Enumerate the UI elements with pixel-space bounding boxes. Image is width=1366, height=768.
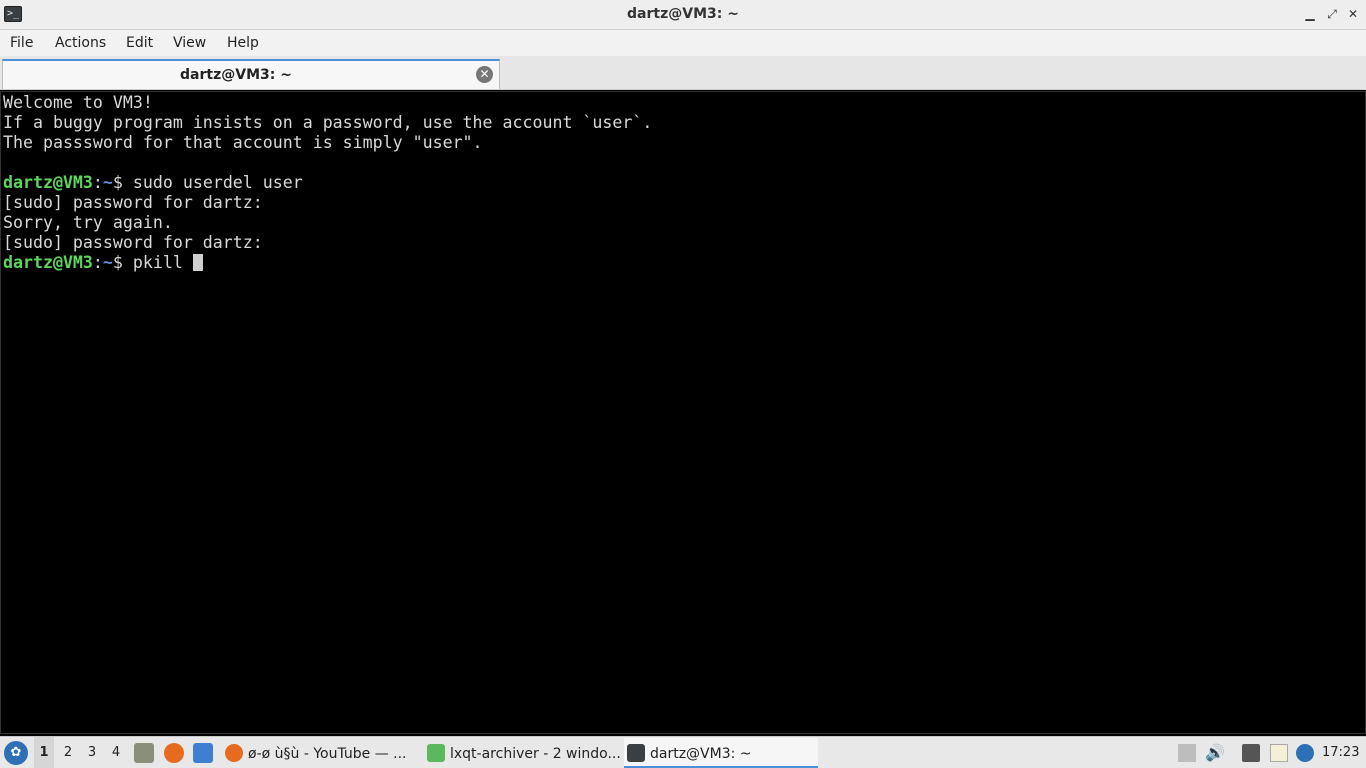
terminal-output-line: [sudo] password for dartz: [3,233,263,252]
menu-view[interactable]: View [173,35,206,51]
start-menu-icon[interactable]: ✿ [4,741,28,765]
show-desktop-icon[interactable] [193,743,213,763]
window-title: dartz@VM3: ~ [627,6,739,22]
tab-close-icon[interactable]: ✕ [476,66,493,83]
desktop-2[interactable]: 2 [58,737,78,768]
command-text: sudo userdel user [132,173,303,192]
menu-file[interactable]: File [10,35,33,51]
prompt-path: ~ [102,173,113,192]
task-label: ø-ø ù§ù - YouTube — ... [248,746,407,762]
prompt-symbol: $ [112,253,133,272]
prompt-user: dartz@VM3 [3,173,93,192]
terminal-area[interactable]: Welcome to VM3! If a buggy program insis… [0,91,1366,734]
menu-actions[interactable]: Actions [55,35,106,51]
network-icon[interactable] [1242,744,1260,762]
volume-icon[interactable]: 🔊 [1205,744,1225,762]
archiver-icon [427,744,445,762]
terminal-line: The passsword for that account is simply… [3,133,483,152]
taskbar: ✿ 1 2 3 4 ø-ø ù§ù - YouTube — ... lxqt-a… [0,736,1366,768]
prompt-symbol: $ [112,173,133,192]
maximize-icon[interactable]: ⤢ [1324,6,1340,22]
text-cursor [192,254,203,271]
terminal-output-line: [sudo] password for dartz: [3,193,263,212]
prompt-path: ~ [102,253,113,272]
desktop-4[interactable]: 4 [106,737,126,768]
prompt-colon: : [92,173,103,192]
tab-bar: dartz@VM3: ~ ✕ [0,56,1366,90]
tab-terminal[interactable]: dartz@VM3: ~ ✕ [2,59,500,89]
terminal-line: If a buggy program insists on a password… [3,113,653,132]
firefox-icon[interactable] [164,743,184,763]
task-label: dartz@VM3: ~ [650,746,752,762]
prompt-line: dartz@VM3:~$ sudo userdel user [3,173,1363,193]
prompt-user: dartz@VM3 [3,253,93,272]
task-terminal[interactable]: dartz@VM3: ~ [624,738,818,768]
tab-label: dartz@VM3: ~ [180,67,292,83]
prompt-line: dartz@VM3:~$ pkill [3,253,1363,273]
prompt-colon: : [92,253,103,272]
notification-icon[interactable] [1296,744,1314,762]
task-youtube[interactable]: ø-ø ù§ù - YouTube — ... [222,738,418,768]
menu-bar: File Actions Edit View Help [0,30,1366,56]
clock[interactable]: 17:23 [1322,737,1359,768]
command-input[interactable]: pkill [133,253,193,272]
close-icon[interactable]: ✕ [1345,6,1361,22]
file-manager-icon[interactable] [134,743,154,763]
firefox-icon [225,744,243,762]
menu-edit[interactable]: Edit [126,35,153,51]
task-label: lxqt-archiver - 2 windo... [450,746,620,762]
tray-arrow-icon[interactable] [1178,744,1196,762]
task-archiver[interactable]: lxqt-archiver - 2 windo... [424,738,620,768]
clipboard-icon[interactable] [1270,744,1288,762]
window-titlebar[interactable]: >_ dartz@VM3: ~ ▁ ⤢ ✕ [0,0,1366,30]
desktop-3[interactable]: 3 [82,737,102,768]
desktop-1[interactable]: 1 [34,737,54,768]
terminal-output-line: Sorry, try again. [3,213,173,232]
terminal-line: Welcome to VM3! [3,93,153,112]
terminal-icon [627,744,645,762]
minimize-icon[interactable]: ▁ [1302,6,1318,22]
menu-help[interactable]: Help [227,35,259,51]
